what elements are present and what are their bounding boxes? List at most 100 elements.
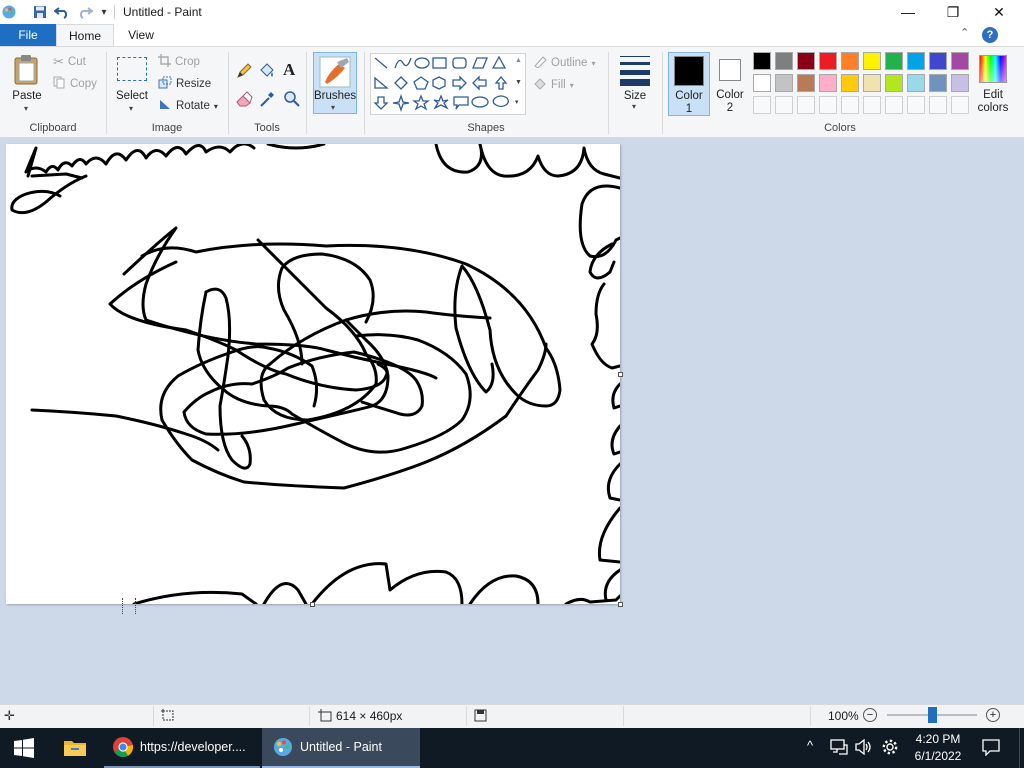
custom-color-slot[interactable] [797,96,815,114]
brushes-button[interactable]: Brushes ▾ [313,52,357,114]
paint-app-icon[interactable] [0,3,18,21]
save-icon[interactable] [31,3,49,21]
crop-icon [158,54,171,70]
magnifier-icon[interactable] [283,90,301,108]
fill-button[interactable]: Fill ▾ [533,77,574,93]
paste-button[interactable]: Paste ▾ [6,52,48,116]
undo-icon[interactable] [53,3,71,21]
maximize-button[interactable]: ❐ [930,0,976,24]
canvas-resize-handle-bottom[interactable] [310,602,315,607]
paste-icon [14,55,38,85]
canvas-size-icon [318,709,332,725]
pencil-icon[interactable] [235,62,253,80]
color-swatch[interactable] [863,52,881,70]
close-button[interactable]: ✕ [976,0,1022,24]
notifications-icon[interactable] [982,738,1000,759]
shapes-scroll-up-icon[interactable]: ▲ [515,57,522,64]
chrome-taskbar-button[interactable]: https://developer.... [104,728,260,768]
color-swatch[interactable] [797,74,815,92]
shapes-scroll-down-icon[interactable]: ▼ [515,79,522,86]
color-swatch[interactable] [841,52,859,70]
drawing-canvas[interactable] [6,142,622,606]
edit-colors-button[interactable]: Edit colors [975,52,1011,116]
paste-dropdown-icon: ▾ [24,104,29,113]
color-swatch[interactable] [775,74,793,92]
color1-label-number: 1 [685,103,693,115]
color-swatch[interactable] [775,52,793,70]
color-swatch[interactable] [885,52,903,70]
rotate-icon [158,98,172,114]
color2-button[interactable]: Color 2 [712,52,748,116]
select-button[interactable]: Select ▾ [112,52,152,116]
outline-button[interactable]: Outline ▾ [533,55,595,71]
canvas-size-text: 614 × 460px [336,709,403,723]
canvas-resize-handle-corner[interactable] [618,602,623,607]
canvas-resize-handle-right[interactable] [618,372,623,377]
custom-color-slot[interactable] [841,96,859,114]
clock[interactable]: 4:20 PM 6/1/2022 [908,731,968,765]
color-swatch[interactable] [819,52,837,70]
custom-color-slot[interactable] [753,96,771,114]
custom-color-slot[interactable] [863,96,881,114]
resize-button[interactable]: Resize [158,76,211,92]
select-label: Select [116,90,148,102]
paint-icon [274,738,292,756]
customize-dropdown-icon[interactable]: ▾ [95,3,113,21]
color-swatch[interactable] [863,74,881,92]
zoom-slider-thumb[interactable] [928,707,937,723]
zoom-out-button[interactable]: − [863,708,877,722]
color-swatch[interactable] [753,74,771,92]
color-swatch[interactable] [797,52,815,70]
custom-color-slot[interactable] [929,96,947,114]
minimize-button[interactable]: — [885,0,931,24]
color-picker-icon[interactable] [258,90,276,108]
color-swatch[interactable] [929,74,947,92]
zoom-in-button[interactable]: + [986,708,1000,722]
file-explorer-taskbar-button[interactable] [52,728,98,768]
fill-bucket-icon[interactable] [258,62,276,80]
help-icon[interactable]: ? [982,27,998,43]
color-swatch[interactable] [929,52,947,70]
rotate-button[interactable]: Rotate ▾ [158,98,218,114]
color-swatch[interactable] [841,74,859,92]
color-swatch[interactable] [753,52,771,70]
crop-button[interactable]: Crop [158,54,200,70]
settings-gear-icon[interactable] [881,738,899,759]
size-button[interactable]: Size ▾ [614,52,656,114]
color1-button[interactable]: Color 1 [668,52,710,116]
collapse-ribbon-icon[interactable]: ⌃ [960,26,969,39]
network-icon[interactable] [830,739,848,758]
color-swatch[interactable] [951,52,969,70]
shapes-expand-icon[interactable]: ▾ [515,98,519,106]
show-desktop-button[interactable] [1019,728,1024,768]
fill-icon [533,77,547,93]
window-title: Untitled - Paint [123,5,202,19]
copy-label: Copy [70,78,97,90]
custom-color-slot[interactable] [951,96,969,114]
text-tool-icon[interactable]: A [283,60,301,80]
color-swatch[interactable] [907,52,925,70]
custom-color-slot[interactable] [775,96,793,114]
windows-start-icon[interactable] [14,738,34,761]
color-swatch[interactable] [907,74,925,92]
custom-color-slot[interactable] [885,96,903,114]
size-line-thin [620,56,650,57]
eraser-icon[interactable] [235,90,253,108]
cut-button[interactable]: ✂ Cut [53,54,86,70]
volume-icon[interactable] [855,738,873,758]
custom-color-slot[interactable] [819,96,837,114]
redo-icon[interactable] [76,3,94,21]
copy-button[interactable]: Copy [53,76,97,92]
colors-group-label: Colors [824,122,856,134]
color-swatch[interactable] [819,74,837,92]
tab-file[interactable]: File [0,24,56,46]
tab-home[interactable]: Home [56,24,114,47]
color-swatch[interactable] [951,74,969,92]
paint-taskbar-button[interactable]: Untitled - Paint [262,728,420,768]
show-hidden-icons-icon[interactable]: ^ [807,738,813,753]
resize-label: Resize [176,78,212,90]
custom-color-slot[interactable] [907,96,925,114]
color-swatch[interactable] [885,74,903,92]
edit-colors-label: Edit [983,89,1003,101]
tab-view[interactable]: View [118,24,164,46]
